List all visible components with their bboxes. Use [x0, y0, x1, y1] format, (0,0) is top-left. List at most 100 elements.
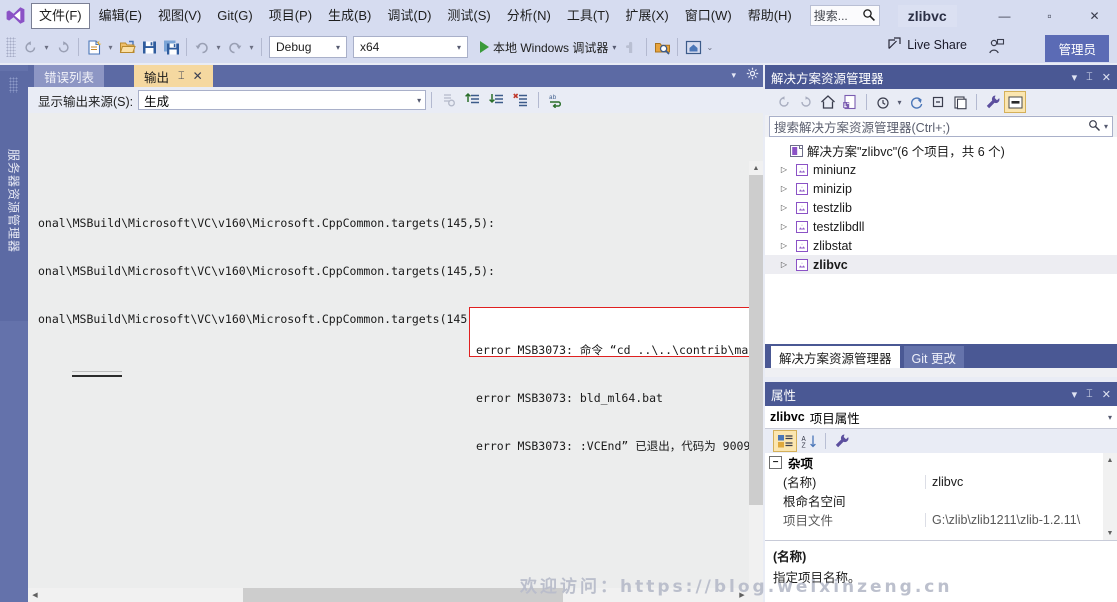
navigate-forward-icon[interactable] [52, 35, 74, 59]
navigate-backward-dropdown-icon[interactable]: ▾ [41, 35, 52, 59]
property-row-root-namespace[interactable]: 根命名空间 [765, 491, 1117, 510]
properties-grid[interactable]: − 杂项 (名称) zlibvc 根命名空间 项目文件 G:\zlib\zlib… [765, 453, 1117, 540]
scroll-up-icon[interactable]: ▲ [749, 161, 763, 175]
go-to-next-message-icon[interactable] [485, 89, 509, 111]
home-window-icon[interactable] [682, 35, 704, 59]
toggle-word-wrap-icon[interactable]: ab [544, 89, 568, 111]
quick-launch-search[interactable]: 搜索... [809, 5, 880, 26]
redo-icon[interactable] [224, 35, 246, 59]
solution-root-node[interactable]: 解决方案"zlibvc"(6 个项目，共 6 个) [765, 141, 1117, 160]
toolbar-overflow-icon[interactable]: ⌄ [704, 35, 715, 59]
navigate-backward-icon[interactable] [19, 35, 41, 59]
save-all-icon[interactable] [160, 35, 182, 59]
start-debugging-button[interactable]: 本地 Windows 调试器 ▾ [476, 39, 620, 56]
open-file-icon[interactable] [116, 35, 138, 59]
menu-test[interactable]: 测试(S) [440, 4, 497, 28]
live-share-button[interactable]: Live Share [887, 36, 967, 54]
menu-project[interactable]: 项目(P) [262, 4, 319, 28]
pending-history-icon[interactable] [872, 91, 894, 113]
menu-file[interactable]: 文件(F) [31, 2, 90, 29]
menu-analyze[interactable]: 分析(N) [500, 4, 558, 28]
search-options-dropdown-icon[interactable]: ▾ [1104, 122, 1108, 131]
expander-icon[interactable]: ▷ [777, 222, 791, 231]
properties-category-misc[interactable]: − 杂项 [765, 453, 1117, 472]
categorized-view-icon[interactable] [773, 430, 797, 452]
menu-window[interactable]: 窗口(W) [678, 4, 739, 28]
menu-debug[interactable]: 调试(D) [380, 4, 438, 28]
property-row-project-file[interactable]: 项目文件 G:\zlib\zlib1211\zlib-1.2.11\ [765, 510, 1117, 529]
properties-wrench-icon[interactable] [982, 91, 1004, 113]
properties-vertical-scrollbar[interactable]: ▲ ▼ [1103, 453, 1117, 540]
search-icon-2[interactable] [1088, 119, 1101, 135]
tab-output[interactable]: 输出 ⌶ ✕ [134, 65, 213, 87]
attach-to-process-icon[interactable] [620, 35, 642, 59]
expander-icon[interactable]: ▷ [777, 260, 791, 269]
expander-icon[interactable]: ▷ [777, 184, 791, 193]
panel-dropdown-icon-3[interactable]: ▾ [1072, 388, 1078, 401]
property-value[interactable]: zlibvc [925, 474, 1117, 489]
menu-extensions[interactable]: 扩展(X) [618, 4, 675, 28]
close-icon-3[interactable]: ✕ [1102, 388, 1111, 401]
menu-view[interactable]: 视图(V) [151, 4, 208, 28]
account-manager-icon[interactable] [987, 38, 1005, 59]
tree-item-minizip[interactable]: ▷ minizip [765, 179, 1117, 198]
panel-settings-icon[interactable] [746, 67, 759, 83]
menu-help[interactable]: 帮助(H) [741, 4, 799, 28]
tree-item-miniunz[interactable]: ▷ miniunz [765, 160, 1117, 179]
scroll-right-icon[interactable]: ▶ [735, 588, 749, 602]
tab-solution-explorer[interactable]: 解决方案资源管理器 [771, 346, 900, 368]
pin-icon-2[interactable]: ⌶ [1086, 71, 1093, 84]
property-row-name[interactable]: (名称) zlibvc [765, 472, 1117, 491]
tree-item-testzlibdll[interactable]: ▷ testzlibdll [765, 217, 1117, 236]
find-in-files-icon[interactable] [651, 35, 673, 59]
output-vertical-scrollbar[interactable]: ▲ ▼ [749, 161, 763, 602]
start-debugging-dropdown-icon[interactable]: ▾ [612, 43, 616, 52]
chevron-down-icon-4[interactable]: ▾ [1108, 413, 1112, 422]
solution-explorer-search-input[interactable]: 搜索解决方案资源管理器(Ctrl+;) ▾ [769, 116, 1113, 137]
output-text-area[interactable]: onal\MSBuild\Microsoft\VC\v160\Microsoft… [28, 113, 763, 602]
redo-dropdown-icon[interactable]: ▾ [246, 35, 257, 59]
panel-dropdown-icon-2[interactable]: ▾ [1072, 71, 1078, 84]
pending-changes-icon[interactable] [839, 91, 861, 113]
save-icon[interactable] [138, 35, 160, 59]
pin-icon[interactable]: ⌶ [178, 70, 185, 83]
menu-git[interactable]: Git(G) [210, 4, 259, 28]
solution-tree[interactable]: 解决方案"zlibvc"(6 个项目，共 6 个) ▷ miniunz ▷ mi… [765, 137, 1117, 344]
tree-item-testzlib[interactable]: ▷ testzlib [765, 198, 1117, 217]
maximize-button[interactable]: ▫ [1027, 0, 1072, 31]
tab-git-changes[interactable]: Git 更改 [903, 346, 964, 368]
go-to-previous-message-icon[interactable] [461, 89, 485, 111]
back-icon[interactable] [773, 91, 795, 113]
tree-item-zlibstat[interactable]: ▷ zlibstat [765, 236, 1117, 255]
refresh-icon[interactable] [905, 91, 927, 113]
property-pages-wrench-icon[interactable] [830, 430, 854, 452]
tab-error-list[interactable]: 错误列表 [34, 65, 105, 87]
solution-platform-combo[interactable]: x64 ▾ [353, 36, 468, 58]
expander-icon[interactable]: ▷ [777, 203, 791, 212]
server-explorer-vertical-tab[interactable]: 服务器资源管理器 [0, 71, 28, 321]
preview-selected-items-icon[interactable] [1004, 91, 1026, 113]
output-horizontal-scrollbar[interactable]: ◀ ▶ [28, 588, 749, 602]
collapse-icon[interactable]: − [769, 456, 782, 469]
scroll-up-icon-2[interactable]: ▲ [1103, 453, 1117, 467]
close-icon[interactable]: ✕ [193, 69, 203, 83]
undo-icon[interactable] [191, 35, 213, 59]
menu-build[interactable]: 生成(B) [321, 4, 378, 28]
expander-icon[interactable]: ▷ [777, 165, 791, 174]
minimize-button[interactable]: — [982, 0, 1027, 31]
show-all-files-icon[interactable] [949, 91, 971, 113]
close-button[interactable]: ✕ [1072, 0, 1117, 31]
expander-icon[interactable]: ▷ [777, 241, 791, 250]
pending-history-dropdown-icon[interactable]: ▾ [894, 91, 905, 113]
tree-item-zlibvc[interactable]: ▷ zlibvc [765, 255, 1117, 274]
menu-tools[interactable]: 工具(T) [560, 4, 617, 28]
horizontal-scroll-thumb[interactable] [243, 588, 563, 602]
home-icon[interactable] [817, 91, 839, 113]
panel-dropdown-icon[interactable]: ▾ [731, 70, 736, 81]
new-project-icon[interactable] [83, 35, 105, 59]
undo-dropdown-icon[interactable]: ▾ [213, 35, 224, 59]
menu-edit[interactable]: 编辑(E) [92, 4, 149, 28]
pin-icon-3[interactable]: ⌶ [1086, 388, 1093, 401]
toolbar-grip[interactable] [6, 37, 16, 57]
forward-icon[interactable] [795, 91, 817, 113]
